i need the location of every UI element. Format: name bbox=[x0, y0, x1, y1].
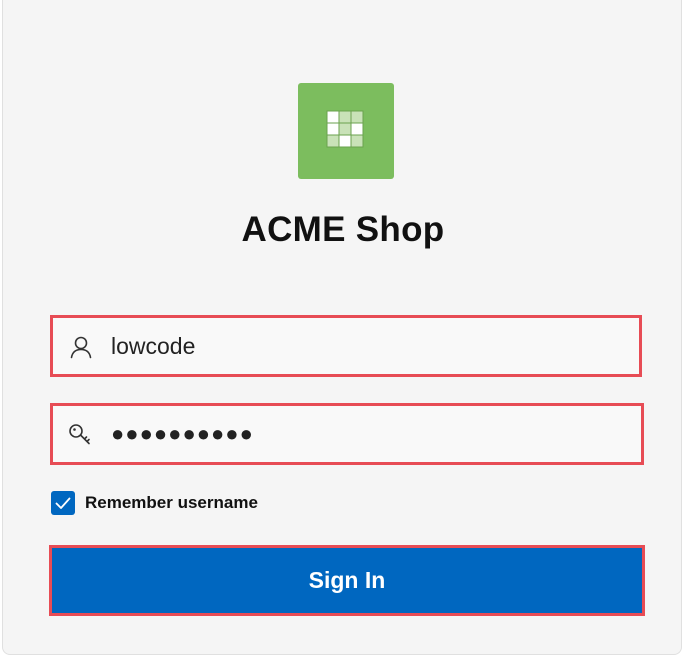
user-icon bbox=[70, 336, 92, 359]
app-title: ACME Shop bbox=[241, 210, 445, 249]
login-card: ACME Shop lowcode ●●●●●●●●●● Remember us… bbox=[2, 0, 682, 655]
remember-username-option[interactable]: Remember username bbox=[51, 491, 258, 515]
app-logo bbox=[298, 83, 394, 179]
remember-label: Remember username bbox=[85, 493, 258, 512]
key-icon bbox=[69, 424, 90, 445]
username-field[interactable]: lowcode bbox=[50, 315, 642, 377]
remember-checkbox[interactable] bbox=[51, 491, 75, 515]
signin-button[interactable]: Sign In bbox=[52, 548, 642, 613]
signin-button-frame: Sign In bbox=[49, 545, 645, 616]
password-field[interactable]: ●●●●●●●●●● bbox=[50, 403, 644, 465]
grid-table-icon bbox=[326, 110, 364, 148]
username-value: lowcode bbox=[111, 333, 196, 359]
password-value: ●●●●●●●●●● bbox=[111, 421, 254, 446]
checkmark-icon bbox=[55, 497, 71, 509]
